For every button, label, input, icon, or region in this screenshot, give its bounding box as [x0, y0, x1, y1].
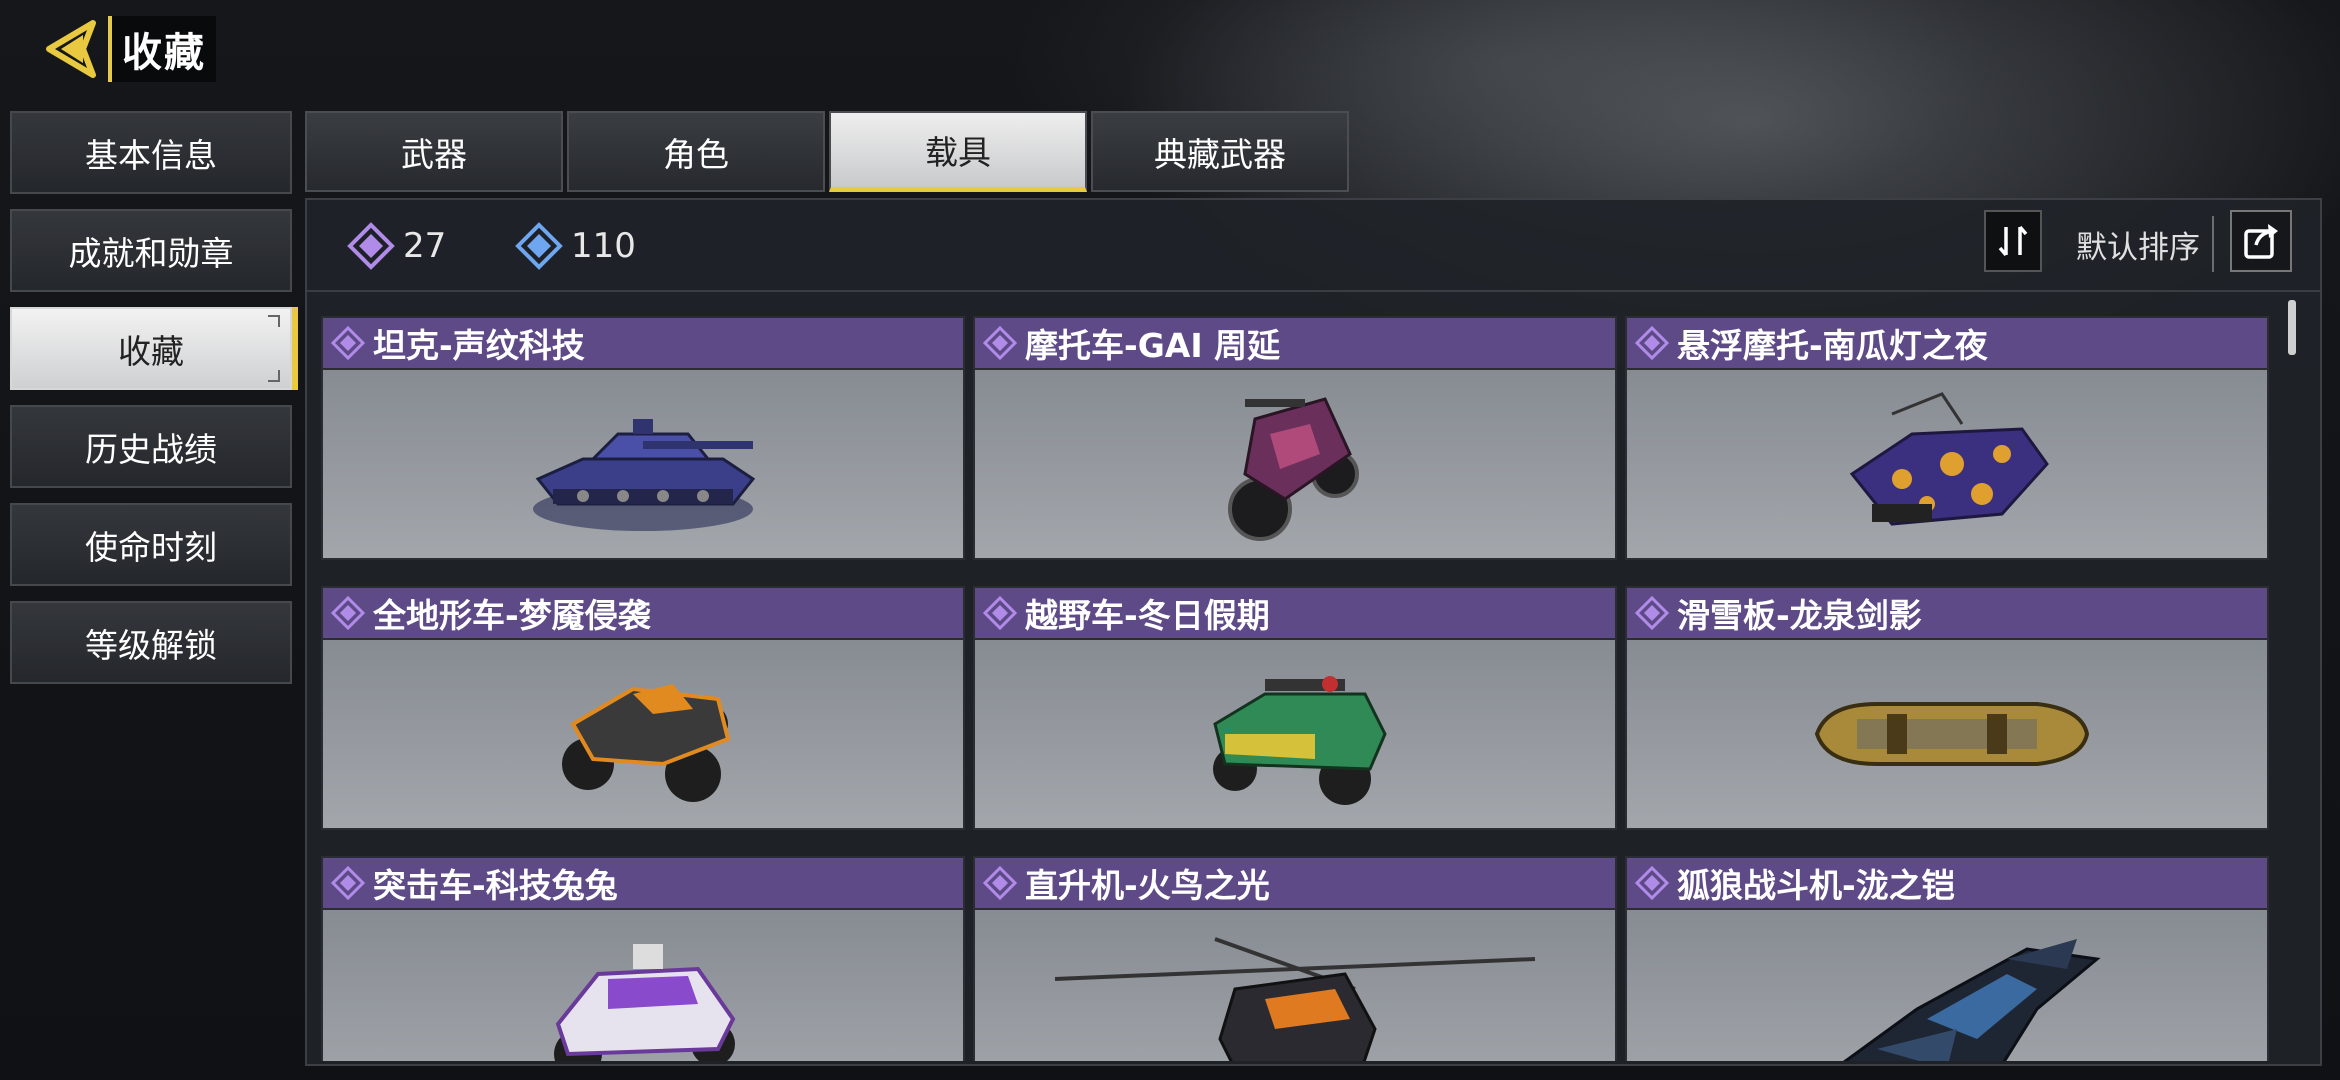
atv-icon	[323, 640, 963, 828]
sidebar-item-label: 收藏	[118, 331, 184, 371]
card-header: 摩托车-GAI 周延	[975, 318, 1615, 370]
card-header: 越野车-冬日假期	[975, 588, 1615, 640]
sidebar-item-level-unlock[interactable]: 等级解锁	[10, 601, 292, 684]
fighter-jet-icon	[1627, 910, 2267, 1061]
card-header: 坦克-声纹科技	[323, 318, 963, 370]
tab-characters[interactable]: 角色	[567, 111, 825, 192]
vehicle-card[interactable]: 摩托车-GAI 周延	[973, 316, 1617, 560]
panel-toolbar: 27 110 默认排序	[307, 200, 2320, 292]
back-arrow-icon	[46, 20, 96, 78]
collection-panel: 27 110 默认排序 坦克-声纹科技 摩托车-GAI 周延 悬浮摩托-南瓜灯之…	[305, 198, 2322, 1066]
card-header: 狐狼战斗机-泷之铠	[1627, 858, 2267, 910]
header: 收藏	[40, 16, 216, 82]
card-header: 突击车-科技兔兔	[323, 858, 963, 910]
rarity-diamond-icon	[983, 866, 1017, 900]
card-title: 突击车-科技兔兔	[373, 866, 618, 905]
rarity-diamond-icon	[983, 596, 1017, 630]
tab-label: 角色	[663, 134, 729, 174]
card-title: 摩托车-GAI 周延	[1025, 326, 1281, 365]
vehicle-card[interactable]: 全地形车-梦魇侵袭	[321, 586, 965, 830]
sort-order-button[interactable]	[1984, 210, 2042, 272]
blue-rarity-count: 110	[515, 222, 636, 270]
share-button[interactable]	[2230, 210, 2292, 272]
sidebar-item-collection[interactable]: 收藏	[10, 307, 292, 390]
card-title: 越野车-冬日假期	[1025, 596, 1270, 635]
vehicle-card[interactable]: 直升机-火鸟之光	[973, 856, 1617, 1061]
card-header: 滑雪板-龙泉剑影	[1627, 588, 2267, 640]
card-title: 狐狼战斗机-泷之铠	[1677, 866, 1955, 905]
card-title: 滑雪板-龙泉剑影	[1677, 596, 1922, 635]
blue-count-value: 110	[571, 226, 636, 266]
card-title: 直升机-火鸟之光	[1025, 866, 1270, 905]
sidebar-item-label: 成就和勋章	[68, 233, 234, 273]
hover-bike-icon	[1627, 370, 2267, 558]
purple-diamond-icon	[347, 222, 395, 270]
vehicle-grid: 坦克-声纹科技 摩托车-GAI 周延 悬浮摩托-南瓜灯之夜 全地形车-梦魇侵袭 …	[321, 316, 2281, 1061]
sidebar-item-achievements[interactable]: 成就和勋章	[10, 209, 292, 292]
share-icon	[2244, 224, 2278, 259]
sidebar-item-label: 历史战绩	[85, 429, 217, 469]
back-button[interactable]	[40, 18, 102, 80]
sidebar: 基本信息 成就和勋章 收藏 历史战绩 使命时刻 等级解锁	[10, 111, 292, 699]
scrollbar-thumb[interactable]	[2288, 300, 2296, 355]
sort-mode-label[interactable]: 默认排序	[2076, 222, 2200, 267]
sidebar-item-moments[interactable]: 使命时刻	[10, 503, 292, 586]
sidebar-item-label: 基本信息	[85, 135, 217, 175]
vehicle-card[interactable]: 狐狼战斗机-泷之铠	[1625, 856, 2269, 1061]
rarity-diamond-icon	[331, 866, 365, 900]
card-header: 悬浮摩托-南瓜灯之夜	[1627, 318, 2267, 370]
rarity-diamond-icon	[331, 596, 365, 630]
page-title: 收藏	[108, 16, 216, 82]
vehicle-card[interactable]: 突击车-科技兔兔	[321, 856, 965, 1061]
tab-label: 武器	[401, 134, 467, 174]
tab-collection-weapons[interactable]: 典藏武器	[1091, 111, 1349, 192]
sidebar-item-label: 等级解锁	[85, 625, 217, 665]
offroad-car-icon	[975, 640, 1615, 828]
sidebar-item-basic-info[interactable]: 基本信息	[10, 111, 292, 194]
tab-label: 典藏武器	[1154, 134, 1286, 174]
sidebar-item-label: 使命时刻	[85, 527, 217, 567]
vehicle-card[interactable]: 悬浮摩托-南瓜灯之夜	[1625, 316, 2269, 560]
vehicle-card[interactable]: 坦克-声纹科技	[321, 316, 965, 560]
vehicle-card[interactable]: 滑雪板-龙泉剑影	[1625, 586, 2269, 830]
blue-diamond-icon	[515, 222, 563, 270]
card-header: 全地形车-梦魇侵袭	[323, 588, 963, 640]
purple-rarity-count: 27	[347, 222, 446, 270]
tab-label: 载具	[925, 133, 991, 172]
sidebar-item-history[interactable]: 历史战绩	[10, 405, 292, 488]
tab-weapons[interactable]: 武器	[305, 111, 563, 192]
rarity-diamond-icon	[1635, 326, 1669, 360]
rarity-diamond-icon	[331, 326, 365, 360]
rarity-diamond-icon	[1635, 596, 1669, 630]
assault-car-icon	[323, 910, 963, 1061]
motorcycle-icon	[975, 370, 1615, 558]
vehicle-card[interactable]: 越野车-冬日假期	[973, 586, 1617, 830]
sort-arrows-icon	[1998, 225, 2028, 257]
card-header: 直升机-火鸟之光	[975, 858, 1615, 910]
rarity-diamond-icon	[983, 326, 1017, 360]
card-title: 全地形车-梦魇侵袭	[373, 596, 651, 635]
card-title: 坦克-声纹科技	[373, 326, 585, 365]
helicopter-icon	[975, 910, 1615, 1061]
tank-icon	[323, 370, 963, 558]
card-title: 悬浮摩托-南瓜灯之夜	[1677, 326, 1988, 365]
rarity-diamond-icon	[1635, 866, 1669, 900]
divider	[2212, 216, 2214, 272]
tab-vehicles[interactable]: 载具	[829, 111, 1087, 192]
category-tabs: 武器 角色 载具 典藏武器	[305, 111, 1349, 192]
scrollbar[interactable]	[2288, 300, 2298, 1060]
snowboard-icon	[1627, 640, 2267, 828]
purple-count-value: 27	[403, 226, 447, 266]
